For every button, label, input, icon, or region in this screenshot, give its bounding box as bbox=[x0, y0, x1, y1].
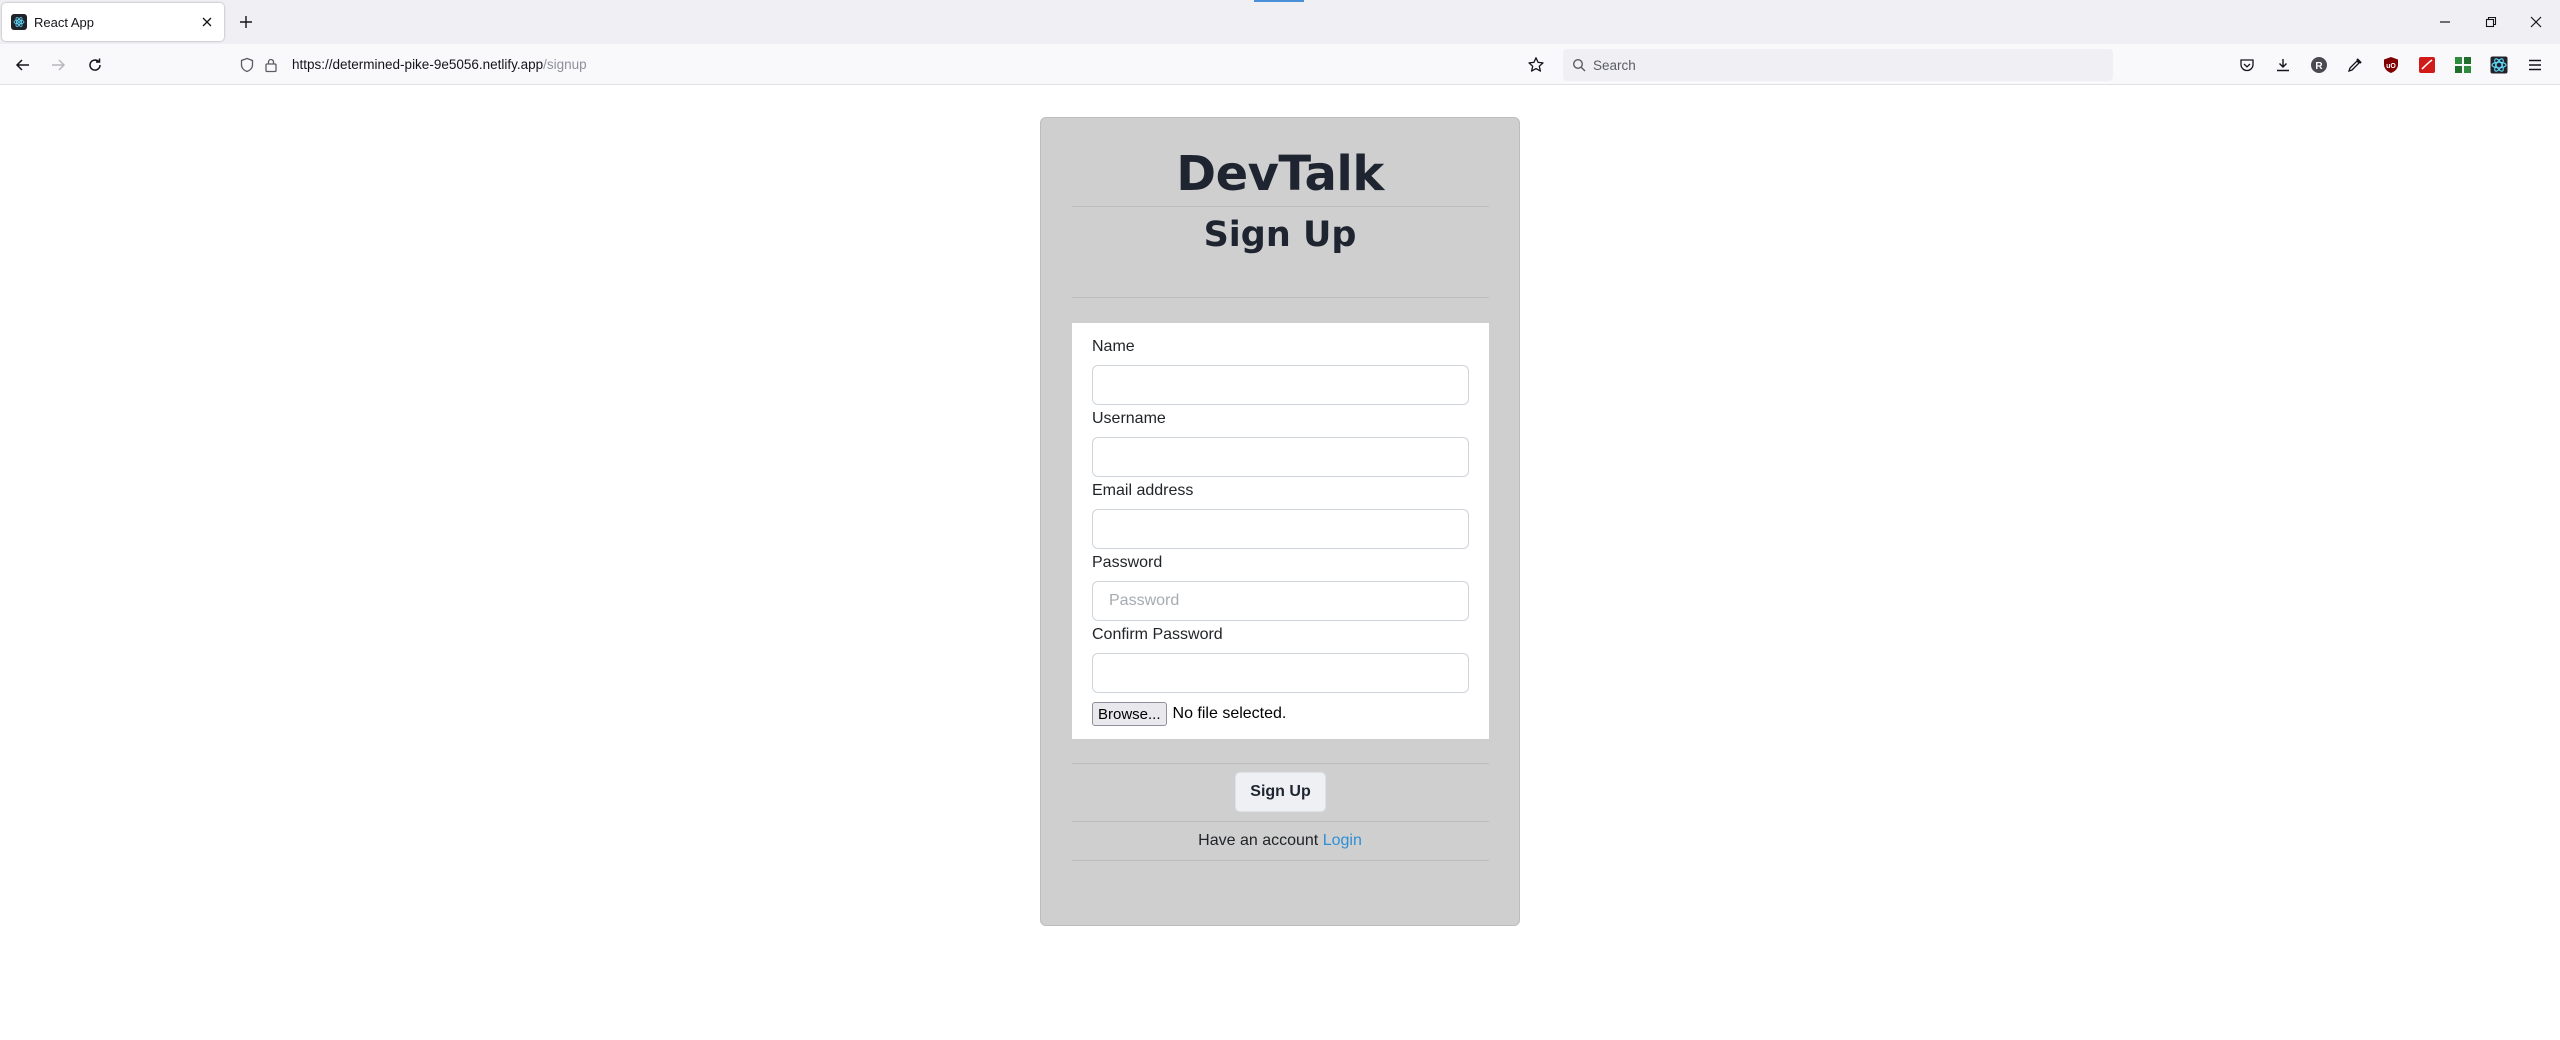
react-favicon-icon bbox=[11, 14, 27, 30]
divider bbox=[1072, 821, 1489, 822]
close-window-icon[interactable] bbox=[2522, 8, 2550, 36]
url-host: https://determined-pike-9e5056.netlify.a… bbox=[292, 57, 544, 72]
eyedropper-icon[interactable] bbox=[2344, 54, 2366, 76]
search-icon bbox=[1572, 58, 1586, 77]
restore-icon[interactable] bbox=[2477, 8, 2505, 36]
username-input[interactable] bbox=[1092, 437, 1469, 477]
email-input[interactable] bbox=[1092, 509, 1469, 549]
ublock-shield-icon[interactable]: uO bbox=[2380, 54, 2402, 76]
lock-icon[interactable] bbox=[263, 57, 279, 78]
name-label: Name bbox=[1092, 338, 1135, 355]
pdf-extension-icon[interactable] bbox=[2416, 54, 2438, 76]
navigation-toolbar: https://determined-pike-9e5056.netlify.a… bbox=[0, 44, 2560, 85]
file-status-text: No file selected. bbox=[1172, 705, 1287, 722]
divider bbox=[1072, 763, 1489, 764]
url-bar[interactable]: https://determined-pike-9e5056.netlify.a… bbox=[232, 49, 1562, 81]
login-prompt-text: Have an account bbox=[1198, 832, 1319, 849]
url-path: /signup bbox=[543, 57, 587, 72]
reload-icon[interactable] bbox=[80, 50, 110, 80]
search-bar[interactable]: Search bbox=[1563, 49, 2113, 81]
divider bbox=[1072, 860, 1489, 861]
forward-arrow-icon[interactable] bbox=[43, 50, 73, 80]
divider bbox=[1072, 206, 1489, 207]
pocket-icon[interactable] bbox=[2236, 54, 2258, 76]
username-label: Username bbox=[1092, 410, 1166, 427]
brand-title: DevTalk bbox=[1176, 146, 1384, 202]
hamburger-menu-icon[interactable] bbox=[2524, 54, 2546, 76]
confirm-password-label: Confirm Password bbox=[1092, 626, 1223, 643]
minimize-icon[interactable] bbox=[2431, 8, 2459, 36]
name-input[interactable] bbox=[1092, 365, 1469, 405]
login-link[interactable]: Login bbox=[1323, 832, 1362, 849]
email-label: Email address bbox=[1092, 482, 1194, 499]
tab-strip-indicator bbox=[1254, 0, 1304, 2]
password-label: Password bbox=[1092, 554, 1163, 571]
downloads-icon[interactable] bbox=[2272, 54, 2294, 76]
new-tab-plus-icon[interactable] bbox=[232, 8, 260, 36]
search-placeholder: Search bbox=[1593, 58, 1636, 73]
browse-file-button[interactable]: Browse... bbox=[1092, 702, 1167, 726]
password-input[interactable] bbox=[1092, 581, 1469, 621]
login-prompt: Have an account Login bbox=[1041, 832, 1519, 850]
sign-up-button[interactable]: Sign Up bbox=[1235, 772, 1326, 812]
close-tab-icon[interactable] bbox=[195, 10, 219, 34]
signup-card: DevTalk Sign Up Name Username Email addr… bbox=[1040, 117, 1520, 926]
tab-react-app[interactable]: React App bbox=[2, 3, 224, 41]
svg-text:R: R bbox=[2315, 61, 2323, 72]
account-avatar-icon[interactable]: R bbox=[2308, 54, 2330, 76]
tab-strip: React App bbox=[0, 0, 2560, 44]
tab-title: React App bbox=[34, 14, 94, 30]
avatar-file-picker: Browse... No file selected. bbox=[1092, 702, 1286, 726]
puzzle-extension-icon[interactable] bbox=[2452, 54, 2474, 76]
divider bbox=[1072, 297, 1489, 298]
tracking-shield-icon[interactable] bbox=[239, 57, 255, 78]
page-title: Sign Up bbox=[1203, 215, 1357, 255]
confirm-password-input[interactable] bbox=[1092, 653, 1469, 693]
signup-form: Name Username Email address Password Con… bbox=[1072, 323, 1489, 739]
back-arrow-icon[interactable] bbox=[8, 50, 38, 80]
bookmark-star-icon[interactable] bbox=[1527, 56, 1545, 79]
url-text: https://determined-pike-9e5056.netlify.a… bbox=[292, 57, 587, 72]
react-devtools-icon[interactable] bbox=[2488, 54, 2510, 76]
svg-text:uO: uO bbox=[2386, 63, 2396, 70]
